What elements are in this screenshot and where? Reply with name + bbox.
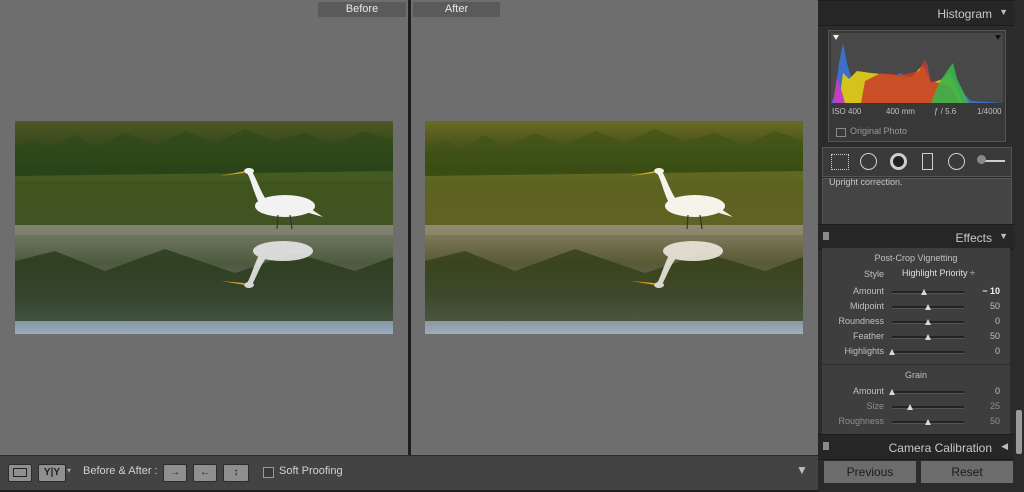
before-label: Before	[318, 2, 406, 17]
focal-length-value: 400 mm	[886, 107, 915, 116]
before-pane[interactable]: Before	[0, 0, 408, 455]
slider-track[interactable]	[892, 291, 964, 294]
slider-thumb[interactable]	[925, 304, 931, 310]
after-pane[interactable]: After	[411, 0, 818, 455]
histogram-plot	[831, 35, 1003, 103]
slider-value[interactable]: 50	[970, 301, 1000, 311]
vignetting-title: Post-Crop Vignetting	[874, 253, 958, 263]
bottom-toolbar: Y|Y ▾ Before & After : → ← ↕ Soft Proofi…	[0, 455, 818, 490]
before-photo[interactable]	[15, 121, 393, 334]
slider-thumb[interactable]	[925, 319, 931, 325]
slider-label: Roughness	[838, 416, 884, 426]
highlight-clipping-icon	[995, 35, 1001, 40]
slider-label: Size	[866, 401, 884, 411]
slider-thumb[interactable]	[889, 349, 895, 355]
slider-value[interactable]: 50	[970, 331, 1000, 341]
histogram[interactable]: ISO 400 400 mm ƒ / 5.6 1/4000 Original P…	[828, 30, 1006, 142]
soft-proofing-label: Soft Proofing	[279, 465, 343, 477]
slider-label: Midpoint	[849, 301, 884, 311]
collapse-arrow-icon[interactable]: ▼	[999, 231, 1008, 241]
slider-track[interactable]	[892, 391, 964, 394]
swap-icon: ↕	[233, 467, 239, 478]
shadow-clipping-icon	[833, 35, 839, 40]
soft-proofing-checkbox[interactable]	[263, 467, 274, 478]
panel-scrollbar[interactable]	[1016, 410, 1022, 454]
effects-header[interactable]: Effects ▼	[818, 224, 1014, 250]
slider-value[interactable]: 50	[970, 416, 1000, 426]
egret-photo-after	[425, 121, 803, 334]
arrow-right-icon: →	[170, 467, 180, 478]
slider-thumb[interactable]	[921, 289, 928, 295]
brush-knob-icon	[977, 155, 986, 164]
slider-track[interactable]	[892, 351, 964, 354]
slider-thumb[interactable]	[925, 334, 931, 340]
radial-filter-icon[interactable]	[948, 153, 965, 170]
before-after-view-button[interactable]: Y|Y	[38, 464, 66, 482]
grain-title: Grain	[904, 370, 927, 380]
loupe-view-button[interactable]	[8, 464, 32, 482]
graduated-filter-icon[interactable]	[922, 153, 933, 170]
before-after-label: Before & After :	[83, 465, 158, 477]
style-dropdown[interactable]: Highlight Priority ÷	[902, 268, 975, 278]
style-label: Style	[863, 269, 884, 279]
slider-thumb[interactable]	[889, 389, 895, 395]
panel-switch-icon[interactable]	[823, 232, 829, 240]
aperture-value: ƒ / 5.6	[934, 107, 957, 116]
develop-right-panel: Histogram ▼ ISO 400 400 mm ƒ / 5.6 1/400…	[818, 0, 1024, 492]
histogram-title: Histogram	[937, 7, 992, 21]
shutter-speed-value: 1/4000	[977, 107, 1002, 116]
upright-text: Upright correction.	[829, 177, 903, 187]
crop-overlay-icon[interactable]	[831, 154, 849, 170]
slider-thumb[interactable]	[907, 404, 913, 410]
slider-value[interactable]: 25	[970, 401, 1000, 411]
iso-value: ISO 400	[832, 107, 862, 116]
egret-photo-before	[15, 121, 393, 334]
histogram-graph	[831, 33, 1003, 103]
tool-strip	[822, 147, 1012, 177]
section-divider	[822, 364, 1010, 365]
slider-thumb[interactable]	[925, 419, 931, 425]
upright-info: Upright correction.	[822, 177, 1012, 226]
single-view-icon	[13, 467, 27, 477]
swap-before-after-button[interactable]: ↕	[223, 464, 249, 482]
spot-removal-icon[interactable]	[860, 153, 877, 170]
panel-switch-icon[interactable]	[823, 442, 829, 450]
histogram-header[interactable]: Histogram ▼	[818, 0, 1014, 26]
slider-track[interactable]	[892, 406, 964, 409]
collapse-arrow-icon[interactable]: ▼	[999, 7, 1008, 17]
after-photo[interactable]	[425, 121, 803, 334]
arrow-left-icon: ←	[200, 467, 210, 478]
camera-calibration-title: Camera Calibration	[888, 441, 992, 455]
slider-value[interactable]: 0	[970, 386, 1000, 396]
red-eye-icon[interactable]	[890, 153, 907, 170]
copy-before-to-after-button[interactable]: →	[163, 464, 187, 482]
after-label: After	[413, 2, 500, 17]
slider-label: Highlights	[844, 346, 884, 356]
copy-after-to-before-button[interactable]: ←	[193, 464, 217, 482]
slider-value[interactable]: 0	[970, 316, 1000, 326]
expand-arrow-icon[interactable]: ◀	[1001, 441, 1008, 452]
view-dropdown-arrow-icon[interactable]: ▾	[67, 466, 71, 475]
original-photo-label: Original Photo	[850, 126, 908, 136]
slider-value[interactable]: 0	[970, 346, 1000, 356]
effects-panel: Post-Crop Vignetting Style Highlight Pri…	[822, 248, 1010, 434]
original-photo-checkbox[interactable]	[836, 128, 846, 137]
effects-title: Effects	[955, 231, 992, 245]
reset-button[interactable]: Reset	[920, 460, 1014, 484]
split-view-icon: Y|Y	[43, 467, 61, 478]
slider-label: Feather	[852, 331, 884, 341]
slider-value[interactable]: − 10	[970, 286, 1000, 296]
previous-button[interactable]: Previous	[823, 460, 917, 484]
slider-label: Amount	[852, 386, 884, 396]
toolbar-menu-arrow-icon[interactable]: ▼	[796, 463, 808, 477]
camera-calibration-header[interactable]: Camera Calibration ◀	[818, 434, 1014, 460]
slider-label: Amount	[852, 286, 884, 296]
slider-label: Roundness	[838, 316, 884, 326]
